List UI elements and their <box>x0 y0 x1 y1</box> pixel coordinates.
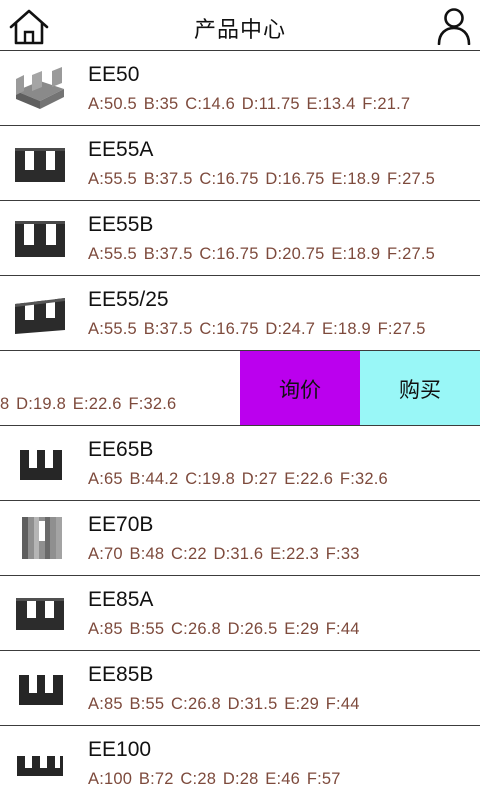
product-name: EE70B <box>88 513 154 536</box>
product-specs: A:55.5 B:37.5 C:16.75 D:24.7 E:18.9 F:27… <box>88 320 426 338</box>
product-row[interactable]: EE85A A:85 B:55 C:26.8 D:26.5 E:29 F:44 <box>0 576 480 651</box>
ferrite-core-gray-icon <box>16 67 64 109</box>
product-specs: 8 D:19.8 E:22.6 F:32.6 <box>0 395 177 413</box>
product-row[interactable]: EE70B A:70 B:48 C:22 D:31.6 E:22.3 F:33 <box>0 501 480 576</box>
product-specs: A:70 B:48 C:22 D:31.6 E:22.3 F:33 <box>88 545 360 563</box>
product-list: EE50 A:50.5 B:35 C:14.6 D:11.75 E:13.4 F… <box>0 51 480 800</box>
product-name: EE85A <box>88 588 154 611</box>
product-name: EE50 <box>88 63 140 86</box>
product-name: EE85B <box>88 663 154 686</box>
product-name: EE55/25 <box>88 288 169 311</box>
ferrite-core-icon <box>16 598 64 630</box>
product-specs: A:50.5 B:35 C:14.6 D:11.75 E:13.4 F:21.7 <box>88 95 411 113</box>
ferrite-core-stack-icon <box>22 517 62 559</box>
product-row-swiped[interactable]: 8 D:19.8 E:22.6 F:32.6 询价 购买 <box>0 351 480 426</box>
app-header: 产品中心 <box>0 0 480 51</box>
ferrite-core-icon <box>15 298 65 334</box>
product-name: EE65B <box>88 438 154 461</box>
product-name: EE100 <box>88 738 152 761</box>
ferrite-core-icon <box>19 675 63 705</box>
inquire-button[interactable]: 询价 <box>240 351 360 425</box>
product-row[interactable]: EE50 A:50.5 B:35 C:14.6 D:11.75 E:13.4 F… <box>0 51 480 126</box>
user-icon[interactable] <box>437 7 471 45</box>
product-specs: A:55.5 B:37.5 C:16.75 D:16.75 E:18.9 F:2… <box>88 170 435 188</box>
ferrite-core-icon <box>15 148 65 182</box>
product-row[interactable]: EE100 A:100 B:72 C:28 D:28 E:46 F:57 <box>0 726 480 800</box>
product-row[interactable]: EE65B A:65 B:44.2 C:19.8 D:27 E:22.6 F:3… <box>0 426 480 501</box>
product-row[interactable]: EE55/25 A:55.5 B:37.5 C:16.75 D:24.7 E:1… <box>0 276 480 351</box>
product-row[interactable]: EE55B A:55.5 B:37.5 C:16.75 D:20.75 E:18… <box>0 201 480 276</box>
ferrite-core-flat-icon <box>17 756 63 776</box>
buy-button[interactable]: 购买 <box>360 351 480 425</box>
ferrite-core-icon <box>20 450 62 480</box>
product-specs: A:100 B:72 C:28 D:28 E:46 F:57 <box>88 770 341 788</box>
product-specs: A:85 B:55 C:26.8 D:31.5 E:29 F:44 <box>88 695 360 713</box>
page-title: 产品中心 <box>193 18 286 43</box>
ferrite-core-icon <box>15 221 65 257</box>
product-row[interactable]: EE55A A:55.5 B:37.5 C:16.75 D:16.75 E:18… <box>0 126 480 201</box>
product-specs: A:85 B:55 C:26.8 D:26.5 E:29 F:44 <box>88 620 360 638</box>
product-specs: A:55.5 B:37.5 C:16.75 D:20.75 E:18.9 F:2… <box>88 245 435 263</box>
product-name: EE55A <box>88 138 154 161</box>
product-specs: A:65 B:44.2 C:19.8 D:27 E:22.6 F:32.6 <box>88 470 388 488</box>
product-name: EE55B <box>88 213 154 236</box>
product-row[interactable]: EE85B A:85 B:55 C:26.8 D:31.5 E:29 F:44 <box>0 651 480 726</box>
